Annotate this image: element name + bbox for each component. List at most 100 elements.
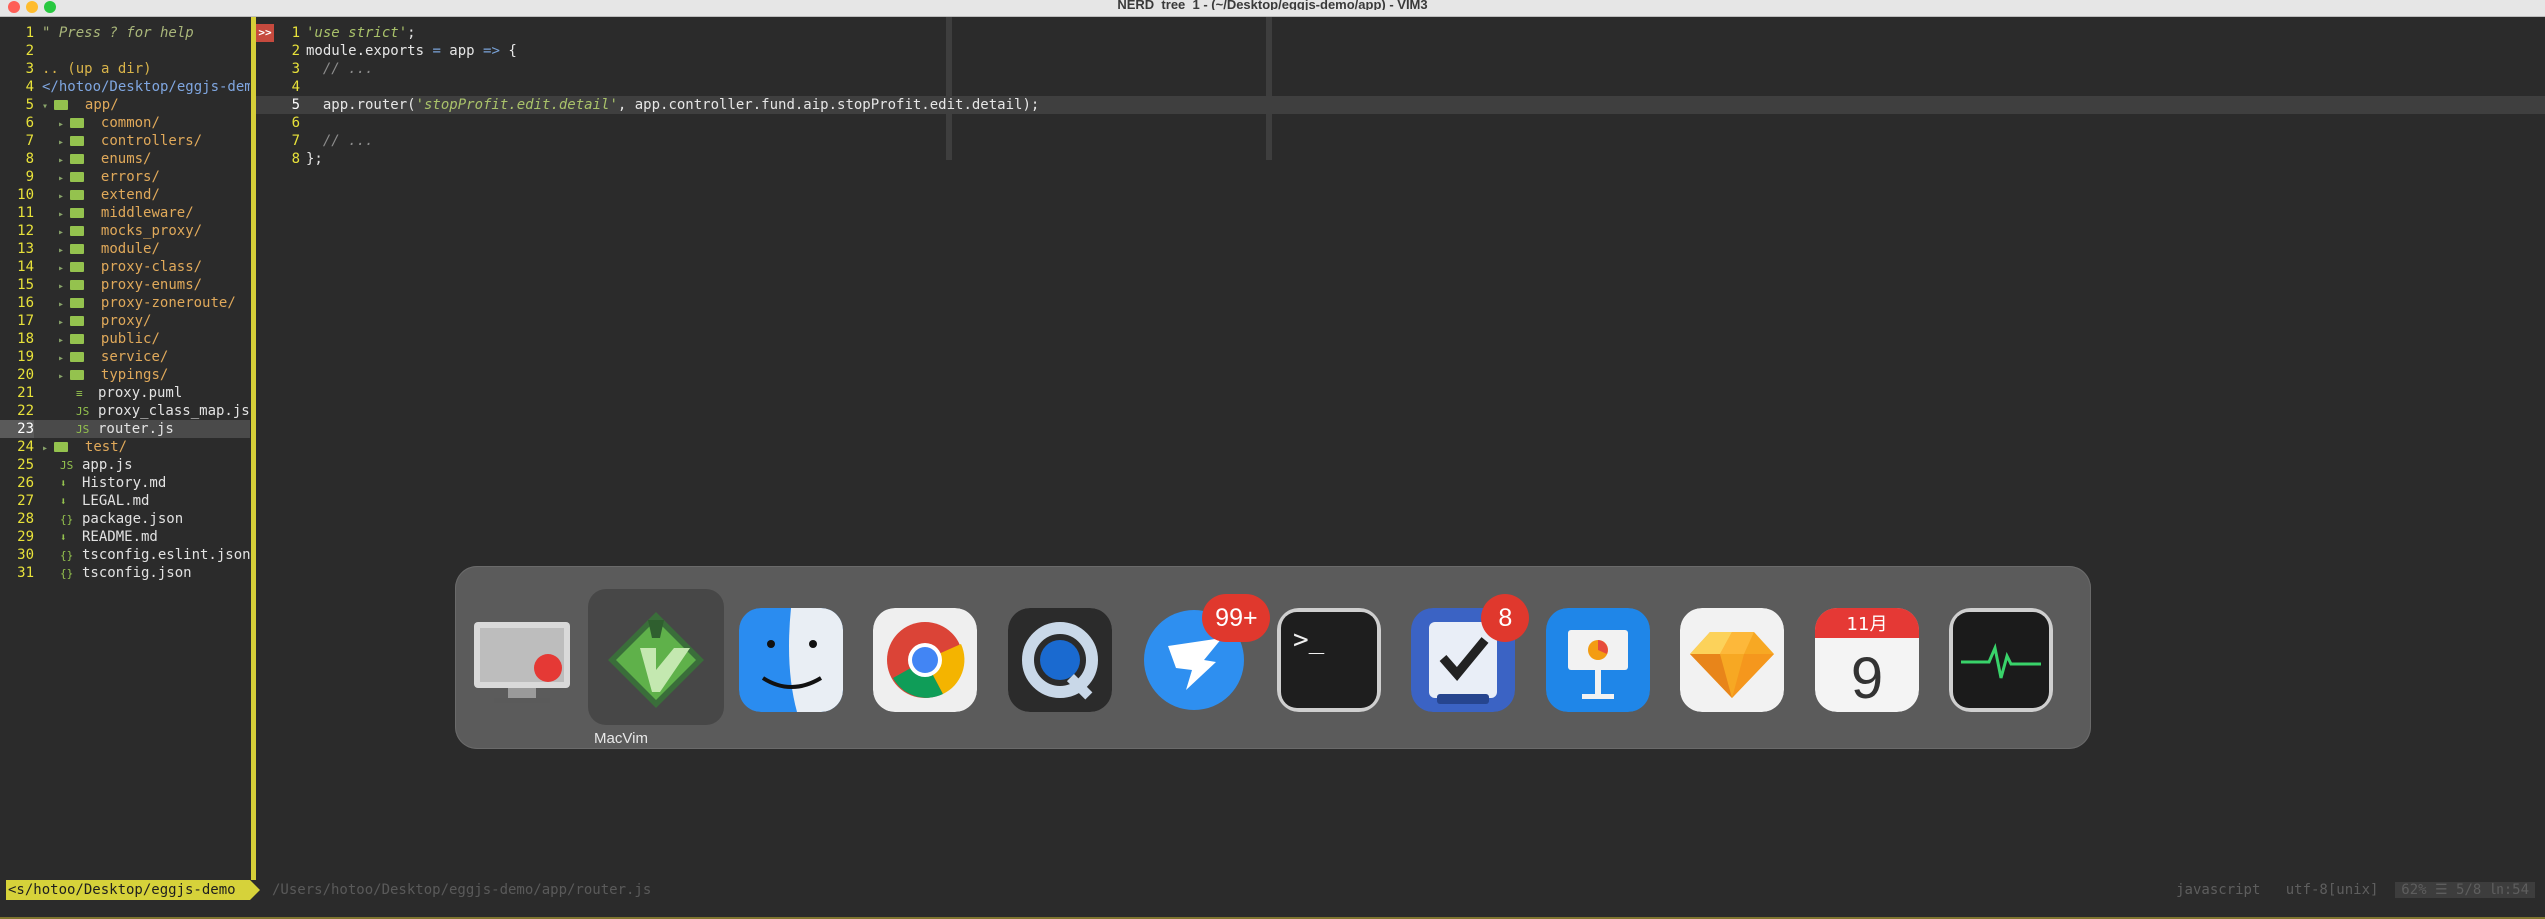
tree-entry-label: enums/ [100,151,152,167]
calendar-icon[interactable]: 11月 9 [1814,608,1919,712]
line-number: 22 [17,403,34,419]
tree-dir-node[interactable]: 17 ▸ proxy/ [0,312,250,330]
statusline-filetype: javascript [2176,882,2261,898]
tree-file-node[interactable]: 27 ⬇ LEGAL.md [0,492,250,510]
caret-right-icon[interactable]: ▸ [42,443,54,454]
line-number: 13 [17,241,34,257]
macvim-icon[interactable] [604,608,708,712]
tree-file-node[interactable]: 23 JS router.js [0,420,250,438]
folder-icon [70,316,85,326]
keynote-icon[interactable] [1545,608,1650,712]
file-type-icon: JS [76,423,90,436]
tree-dir-node[interactable]: 20 ▸ typings/ [0,366,250,384]
caret-right-icon[interactable]: ▸ [58,335,70,346]
caret-right-icon[interactable]: ▸ [58,353,70,364]
code-line[interactable]: 1 'use strict'; [256,24,2545,42]
tree-dir-node[interactable]: 12 ▸ mocks_proxy/ [0,222,250,240]
finder-icon[interactable] [738,608,843,712]
tree-dir-node[interactable]: 15 ▸ proxy-enums/ [0,276,250,294]
caret-right-icon[interactable]: ▸ [58,263,70,274]
line-number: 5 [25,97,34,113]
code-line[interactable]: 8}; [256,150,2545,168]
tree-dir-node[interactable]: 19 ▸ service/ [0,348,250,366]
activity-monitor-icon[interactable] [1949,608,2054,712]
folder-icon [70,352,85,362]
tree-entry-label: History.md [82,475,167,491]
app-switcher: MacVim 99+ >_ 8 11月 9 [455,566,2091,749]
folder-icon [70,118,85,128]
file-type-icon: ≡ [76,387,83,400]
sketch-icon[interactable] [1680,608,1785,712]
editor-pane[interactable]: >> 1'use strict'; 2 module.exports = app =>… [256,17,2545,887]
line-number: 28 [17,511,34,527]
terminal-icon[interactable]: >_ [1276,608,1381,712]
tree-dir-node[interactable]: 11 ▸ middleware/ [0,204,250,222]
caret-right-icon[interactable]: ▸ [58,119,70,130]
calendar-day: 9 [1851,646,1883,711]
vim-window[interactable]: 1 " Press ? for help 2 3.. (up a dir) 4 </hot… [0,17,2545,919]
code-line[interactable]: 2 module.exports = app => { [256,42,2545,60]
file-type-icon: ⬇ [60,495,67,508]
tree-dir-node[interactable]: 16 ▸ proxy-zoneroute/ [0,294,250,312]
tree-file-node[interactable]: 31 {} tsconfig.json [0,564,250,582]
caret-right-icon[interactable]: ▸ [58,281,70,292]
tree-dir-node[interactable]: 6 ▸ common/ [0,114,250,132]
caret-right-icon[interactable]: ▸ [58,317,70,328]
tree-file-node[interactable]: 21 ≡ proxy.puml [0,384,250,402]
caret-right-icon[interactable]: ▸ [58,245,70,256]
statusline-encoding: utf-8[unix] [2285,882,2379,898]
tree-entry: " Press ? for help [42,24,194,42]
tree-file-node[interactable]: 30 {} tsconfig.eslint.json [0,546,250,564]
tree-dir-node[interactable]: 10 ▸ extend/ [0,186,250,204]
tree-dir-node[interactable]: 14 ▸ proxy-class/ [0,258,250,276]
code-text: }; [306,150,323,168]
code-token: app.router( [306,97,416,113]
code-line[interactable]: 3 // ... [256,60,2545,78]
tree-entry-label: .. (up a dir) [42,61,152,77]
caret-right-icon[interactable]: ▸ [58,191,70,202]
caret-right-icon[interactable]: ▸ [58,227,70,238]
statusline-right: javascript utf-8[unix] 62% ☰ 5/8 ㏑:54 [2176,880,2535,900]
code-token: 'use strict' [306,25,408,41]
caret-right-icon[interactable]: ▸ [58,209,70,220]
caret-down-icon[interactable]: ▾ [42,101,54,112]
line-number: 23 [0,420,34,438]
tree-dir-node[interactable]: 13 ▸ module/ [0,240,250,258]
caret-right-icon[interactable]: ▸ [58,299,70,310]
tree-dir-node[interactable]: 8 ▸ enums/ [0,150,250,168]
code-line[interactable]: 7 // ... [256,132,2545,150]
code-token: { [499,43,517,59]
tree-dir-node[interactable]: 18 ▸ public/ [0,330,250,348]
nerdtree-pane[interactable]: 1 " Press ? for help 2 3.. (up a dir) 4 </hot… [0,17,250,887]
tree-entry-label: proxy-zoneroute/ [100,295,236,311]
caret-right-icon[interactable]: ▸ [58,137,70,148]
code-line[interactable]: 6 [256,114,2545,132]
tree-file-node[interactable]: 28 {} package.json [0,510,250,528]
line-number: 19 [17,349,34,365]
caret-right-icon[interactable]: ▸ [58,173,70,184]
code-token: module.exports [306,43,433,59]
tree-dir-node[interactable]: 5 ▾ app/ [0,96,250,114]
caret-right-icon[interactable]: ▸ [58,155,70,166]
caret-right-icon[interactable]: ▸ [58,371,70,382]
tree-dir-node[interactable]: 9 ▸ errors/ [0,168,250,186]
tree-file-node[interactable]: 25 JS app.js [0,456,250,474]
tree-file-node[interactable]: 26 ⬇ History.md [0,474,250,492]
tree-entry-label: proxy-class/ [100,259,203,275]
tree-line[interactable]: 3 .. (up a dir) [0,60,250,78]
tree-dir-node[interactable]: 24 ▸ test/ [0,438,250,456]
folder-icon [70,172,85,182]
folder-icon [70,298,85,308]
tree-dir-node[interactable]: 7 ▸ controllers/ [0,132,250,150]
line-number: 6 [291,115,300,131]
chrome-icon[interactable] [873,608,978,712]
tree-entry-label: controllers/ [100,133,203,149]
notification-badge: 99+ [1202,594,1271,642]
quicktime-icon[interactable] [1007,608,1112,712]
tree-file-node[interactable]: 22 JS proxy_class_map.js [0,402,250,420]
code-token: // ... [306,61,374,77]
code-line[interactable]: 4 [256,78,2545,96]
tree-file-node[interactable]: 29 ⬇ README.md [0,528,250,546]
code-line[interactable]: 5 app.router('stopProfit.edit.detail', a… [256,96,2545,114]
screen-recorder-icon[interactable] [470,608,574,712]
